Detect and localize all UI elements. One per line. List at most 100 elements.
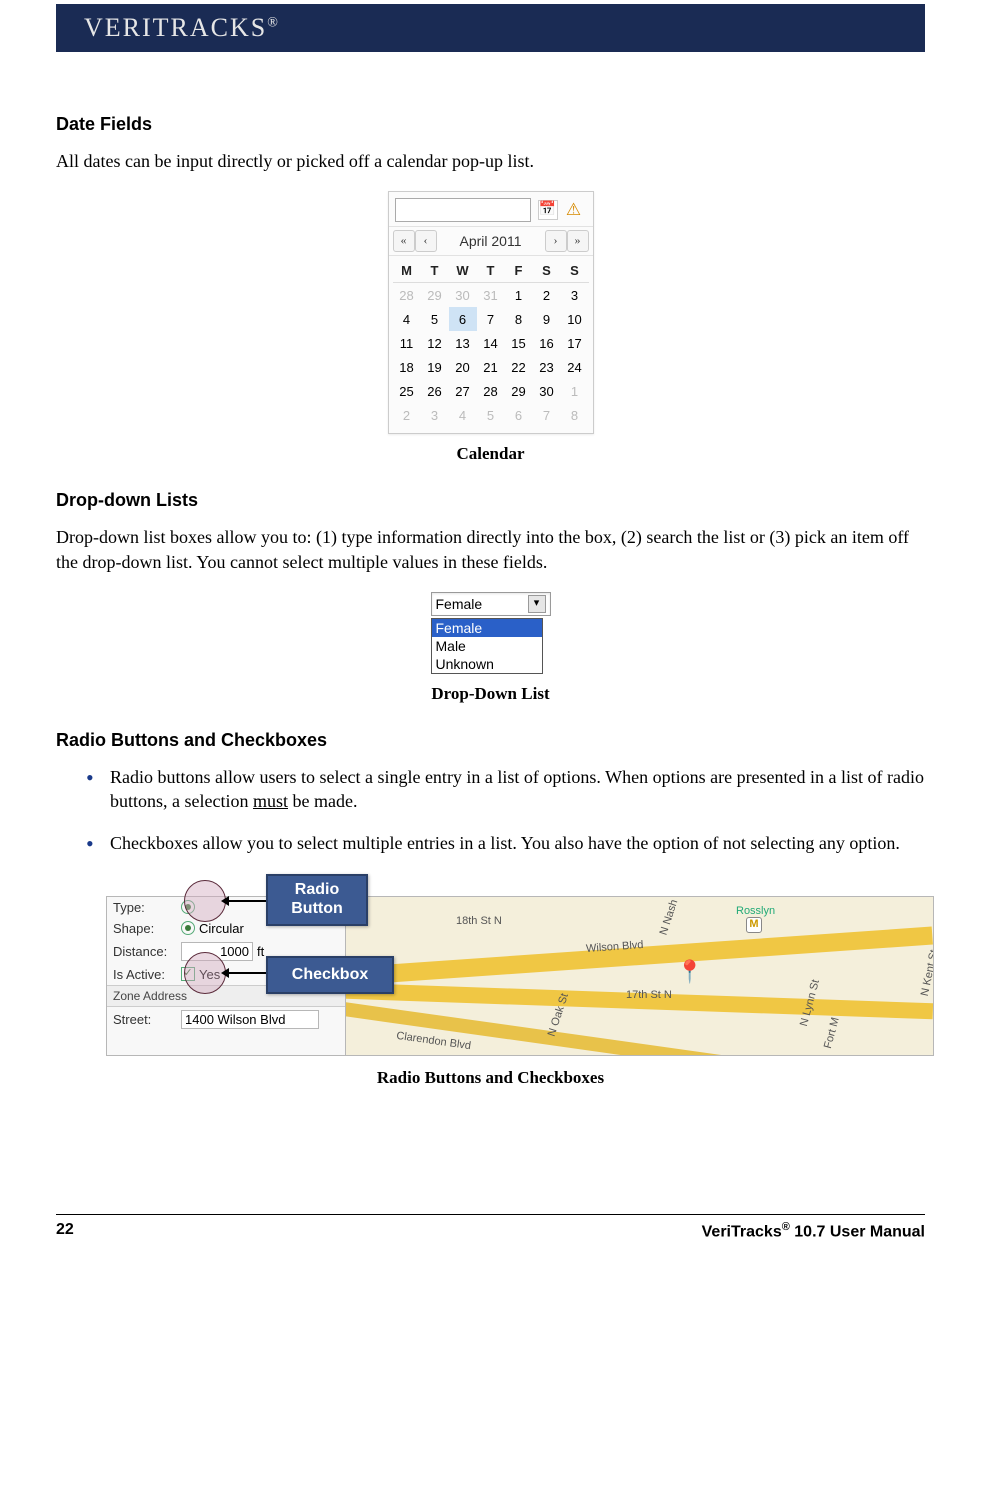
shape-radio-circular[interactable] — [181, 921, 195, 935]
cal-day-cell[interactable]: 8 — [505, 307, 533, 331]
heading-dropdown: Drop-down Lists — [56, 490, 925, 511]
label-type: Type: — [113, 900, 181, 915]
cal-day-cell[interactable]: 24 — [561, 355, 589, 379]
cal-day-cell[interactable]: 2 — [393, 403, 421, 427]
label-street: Street: — [113, 1012, 181, 1027]
bullet-item: Checkboxes allow you to select multiple … — [110, 831, 925, 855]
cal-first-button[interactable]: « — [393, 230, 415, 252]
cal-day-cell[interactable]: 11 — [393, 331, 421, 355]
cal-day-cell[interactable]: 3 — [421, 403, 449, 427]
callout-arrow — [224, 900, 266, 902]
brand-text: VERITRACKS — [84, 13, 267, 42]
cal-day-cell[interactable]: 1 — [505, 283, 533, 308]
street-label: Fort M — [822, 1016, 842, 1050]
cal-day-cell[interactable]: 20 — [449, 355, 477, 379]
street-input[interactable] — [181, 1010, 319, 1029]
dropdown-figure: Female ▾ FemaleMaleUnknown — [56, 592, 925, 674]
brand-logo: VERITRACKS® — [84, 13, 280, 43]
cal-day-cell[interactable]: 30 — [449, 283, 477, 308]
cal-day-cell[interactable]: 4 — [449, 403, 477, 427]
rc-caption: Radio Buttons and Checkboxes — [56, 1068, 925, 1088]
cal-dow-cell: M — [393, 258, 421, 283]
cal-day-cell[interactable]: 7 — [477, 307, 505, 331]
cal-day-cell[interactable]: 19 — [421, 355, 449, 379]
cal-dow-cell: S — [561, 258, 589, 283]
calendar-figure: 📅 ⚠ « ‹ April 2011 › » MTWTFSS 282930311… — [56, 191, 925, 434]
cal-day-cell[interactable]: 17 — [561, 331, 589, 355]
cal-dow-cell: S — [533, 258, 561, 283]
dropdown-item[interactable]: Male — [432, 637, 542, 655]
cal-day-cell[interactable]: 23 — [533, 355, 561, 379]
callout-checkbox: Checkbox — [266, 956, 394, 994]
cal-day-cell[interactable]: 26 — [421, 379, 449, 403]
label-active: Is Active: — [113, 967, 181, 982]
cal-day-cell[interactable]: 13 — [449, 331, 477, 355]
cal-next-button[interactable]: › — [545, 230, 567, 252]
page-footer: 22 VeriTracks® 10.7 User Manual — [56, 1214, 925, 1271]
label-distance: Distance: — [113, 944, 181, 959]
page-number: 22 — [56, 1221, 74, 1241]
cal-day-cell[interactable]: 29 — [421, 283, 449, 308]
cal-day-cell[interactable]: 15 — [505, 331, 533, 355]
cal-day-cell[interactable]: 5 — [421, 307, 449, 331]
cal-day-cell[interactable]: 31 — [477, 283, 505, 308]
dropdown-box[interactable]: Female ▾ — [431, 592, 551, 616]
bullet-item: Radio buttons allow users to select a si… — [110, 765, 925, 814]
cal-day-cell[interactable]: 16 — [533, 331, 561, 355]
cal-day-cell[interactable]: 30 — [533, 379, 561, 403]
station-label: Rosslyn — [736, 905, 775, 917]
cal-day-cell[interactable]: 2 — [533, 283, 561, 308]
brand-header: VERITRACKS® — [56, 4, 925, 52]
cal-day-cell[interactable]: 6 — [449, 307, 477, 331]
street-label: 17th St N — [626, 989, 672, 1001]
cal-dow-cell: W — [449, 258, 477, 283]
cal-dow-cell: T — [421, 258, 449, 283]
heading-radio-checkbox: Radio Buttons and Checkboxes — [56, 730, 925, 751]
map-area[interactable]: 18th St N Wilson Blvd Clarendon Blvd 17t… — [345, 896, 934, 1056]
cal-day-cell[interactable]: 7 — [533, 403, 561, 427]
label-shape: Shape: — [113, 921, 181, 936]
paragraph-date-fields: All dates can be input directly or picke… — [56, 149, 925, 173]
cal-last-button[interactable]: » — [567, 230, 589, 252]
cal-day-cell[interactable]: 22 — [505, 355, 533, 379]
cal-day-cell[interactable]: 6 — [505, 403, 533, 427]
calendar-widget: 📅 ⚠ « ‹ April 2011 › » MTWTFSS 282930311… — [388, 191, 594, 434]
cal-day-cell[interactable]: 18 — [393, 355, 421, 379]
cal-day-cell[interactable]: 10 — [561, 307, 589, 331]
rc-bullet-list: Radio buttons allow users to select a si… — [56, 765, 925, 856]
map-marker-icon: 📍 — [676, 959, 703, 985]
dropdown-item[interactable]: Female — [432, 619, 542, 637]
calendar-icon[interactable]: 📅 — [538, 200, 558, 220]
cal-day-cell[interactable]: 5 — [477, 403, 505, 427]
dropdown-item[interactable]: Unknown — [432, 655, 542, 673]
cal-day-cell[interactable]: 3 — [561, 283, 589, 308]
street-label: 18th St N — [456, 915, 502, 927]
warning-icon: ⚠ — [565, 201, 583, 219]
cal-prev-button[interactable]: ‹ — [415, 230, 437, 252]
dropdown-selected: Female — [436, 596, 483, 612]
cal-day-cell[interactable]: 1 — [561, 379, 589, 403]
cal-day-cell[interactable]: 8 — [561, 403, 589, 427]
callout-arrow — [224, 972, 266, 974]
reg-mark: ® — [267, 15, 280, 30]
date-input[interactable] — [395, 198, 531, 222]
cal-day-cell[interactable]: 27 — [449, 379, 477, 403]
callout-radio-button: Radio Button — [266, 874, 368, 926]
radio-checkbox-figure: Type: Shape: Circular Distance: ft Is Ac… — [106, 874, 934, 1056]
cal-day-cell[interactable]: 25 — [393, 379, 421, 403]
dropdown-caption: Drop-Down List — [56, 684, 925, 704]
cal-day-cell[interactable]: 9 — [533, 307, 561, 331]
cal-day-cell[interactable]: 21 — [477, 355, 505, 379]
cal-day-cell[interactable]: 28 — [393, 283, 421, 308]
calendar-table: MTWTFSS 28293031123456789101112131415161… — [393, 258, 589, 427]
cal-day-cell[interactable]: 14 — [477, 331, 505, 355]
cal-day-cell[interactable]: 29 — [505, 379, 533, 403]
paragraph-dropdown: Drop-down list boxes allow you to: (1) t… — [56, 525, 925, 574]
calendar-caption: Calendar — [56, 444, 925, 464]
cal-month-label[interactable]: April 2011 — [437, 233, 545, 249]
cal-day-cell[interactable]: 4 — [393, 307, 421, 331]
heading-date-fields: Date Fields — [56, 114, 925, 135]
cal-day-cell[interactable]: 28 — [477, 379, 505, 403]
chevron-down-icon[interactable]: ▾ — [528, 595, 546, 613]
cal-day-cell[interactable]: 12 — [421, 331, 449, 355]
